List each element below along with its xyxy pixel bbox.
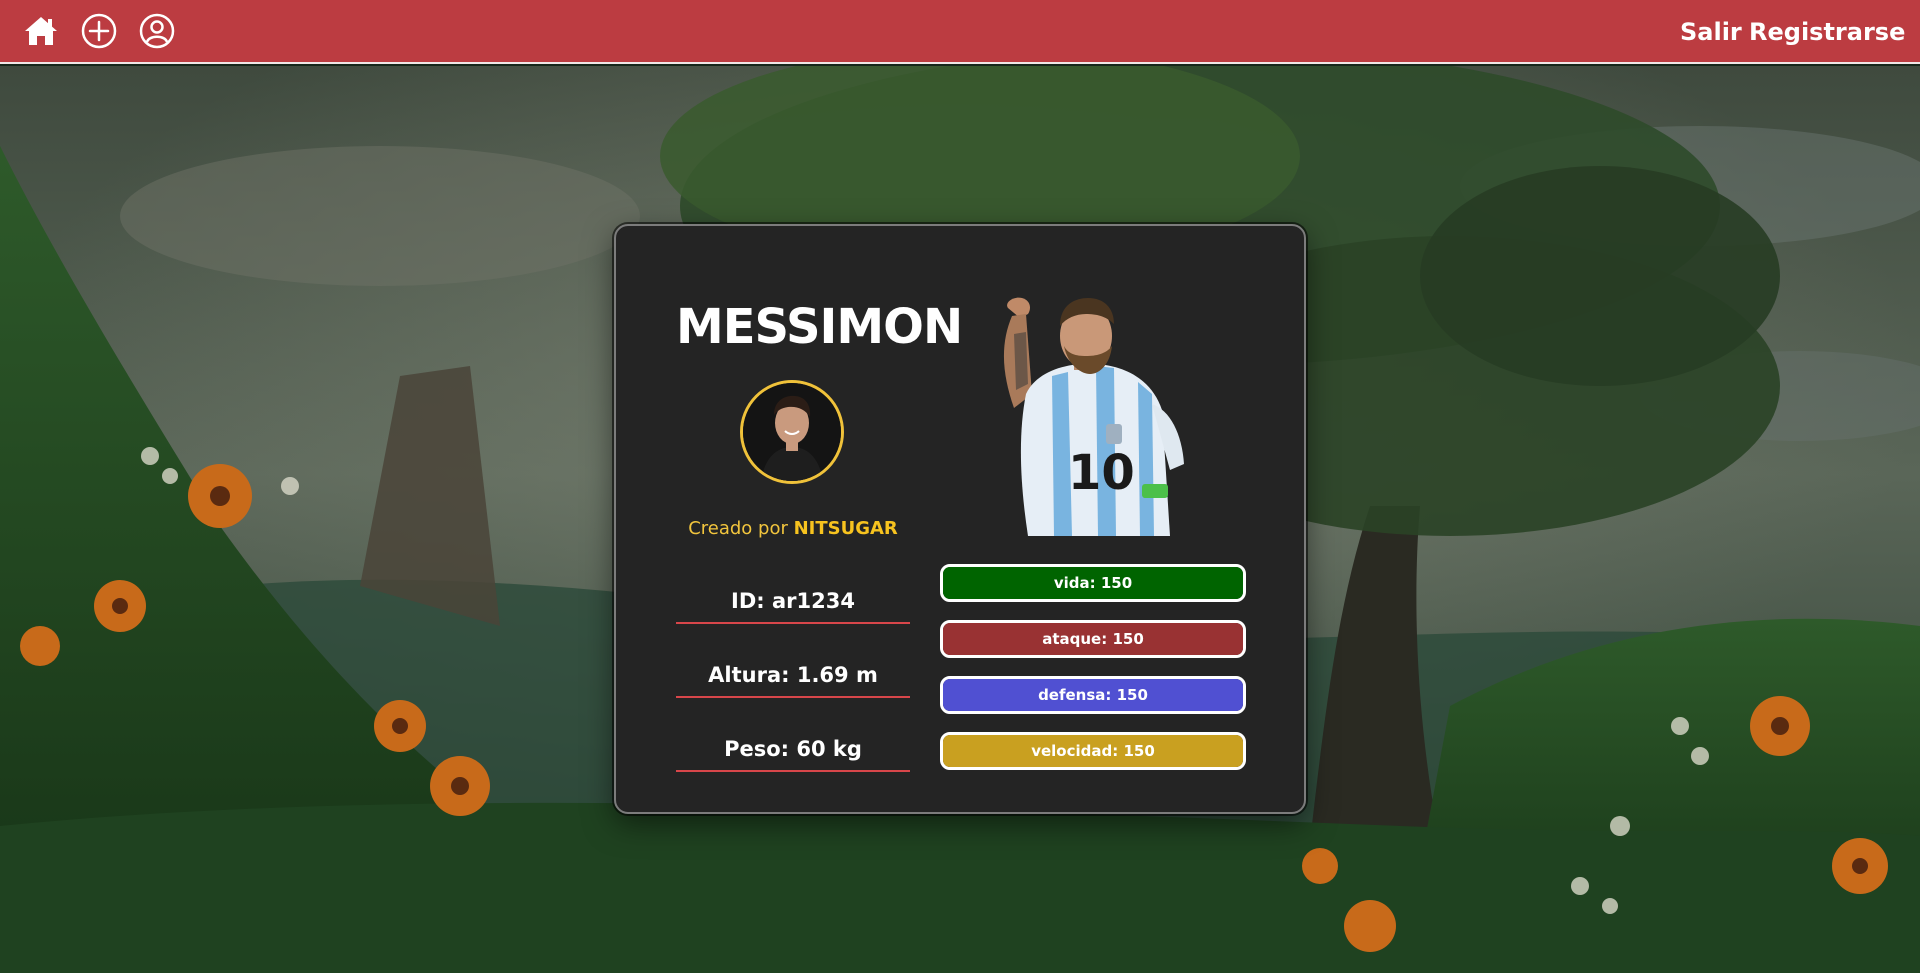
stat-velocidad-bar: velocidad: 150 — [940, 732, 1246, 770]
stat-vida-label: vida: 150 — [1053, 574, 1133, 592]
user-circle-icon[interactable] — [138, 12, 176, 50]
creator-credit: Creado por NITSUGAR — [656, 516, 930, 542]
monster-name: MESSIMON — [676, 299, 963, 355]
monster-id: ID: ar1234 — [676, 582, 910, 624]
register-link[interactable]: Registrarse — [1749, 16, 1905, 48]
stat-velocidad-label: velocidad: 150 — [1031, 742, 1155, 760]
creator-prefix: Creado por — [688, 518, 788, 539]
monster-card: MESSIMON Creado por NITSUGAR ID: ar1234 … — [614, 224, 1306, 814]
stat-vida-bar: vida: 150 — [940, 564, 1246, 602]
plus-circle-icon[interactable] — [80, 12, 118, 50]
svg-text:10: 10 — [1068, 445, 1135, 501]
stat-ataque-bar: ataque: 150 — [940, 620, 1246, 658]
creator-avatar[interactable] — [740, 380, 844, 484]
monster-weight: Peso: 60 kg — [676, 730, 910, 772]
monster-image: 10 — [956, 284, 1232, 536]
stat-ataque-label: ataque: 150 — [1042, 630, 1144, 648]
creator-name[interactable]: NITSUGAR — [794, 518, 898, 539]
monster-height: Altura: 1.69 m — [676, 656, 910, 698]
home-icon[interactable] — [22, 12, 60, 50]
logout-link[interactable]: Salir — [1680, 16, 1742, 48]
top-navbar: Salir Registrarse — [0, 0, 1920, 64]
stat-defensa-bar: defensa: 150 — [940, 676, 1246, 714]
stat-defensa-label: defensa: 150 — [1038, 686, 1148, 704]
